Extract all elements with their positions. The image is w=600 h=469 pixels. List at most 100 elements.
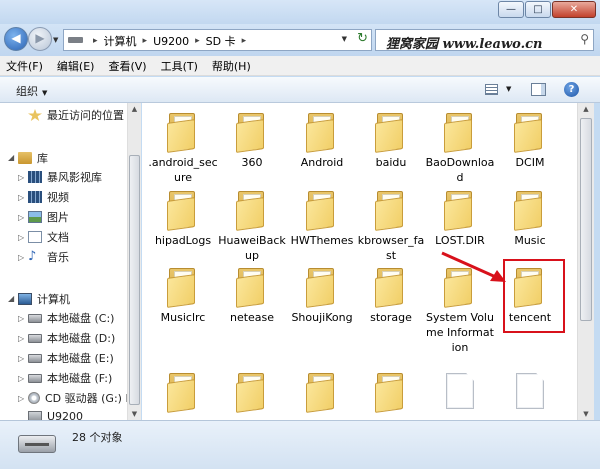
file-item[interactable]: storage (356, 266, 426, 325)
scrollbar-thumb[interactable] (129, 155, 140, 405)
nav-drive-e[interactable]: 本地磁盘 (E:) (28, 350, 114, 366)
scroll-down-icon[interactable]: ▼ (578, 410, 594, 418)
file-item[interactable]: Android (287, 111, 357, 170)
content-scrollbar[interactable]: ▲ ▼ (577, 103, 594, 420)
address-history-dropdown-icon[interactable]: ▼ (342, 35, 347, 43)
chevron-right-icon[interactable]: ▸ (143, 36, 148, 46)
maximize-button[interactable]: □ (525, 1, 551, 18)
menu-view[interactable]: 查看(V) (108, 58, 146, 74)
menu-edit[interactable]: 编辑(E) (57, 58, 95, 74)
file-name: kbrowser_fast (357, 234, 425, 262)
folder-icon (374, 266, 408, 308)
nav-library-storm[interactable]: 暴风影视库 (28, 169, 102, 185)
documents-icon (28, 231, 42, 243)
nav-drive-g[interactable]: CD 驱动器 (G:) H (28, 390, 134, 406)
folder-icon (235, 371, 269, 413)
folder-icon (374, 371, 408, 413)
file-name: hipadLogs (154, 234, 212, 247)
recent-pages-dropdown-icon[interactable]: ▼ (53, 36, 58, 44)
expand-arrow-icon[interactable]: ▷ (18, 253, 24, 262)
scroll-down-icon[interactable]: ▼ (128, 410, 141, 418)
expand-arrow-icon[interactable]: ▷ (18, 314, 24, 323)
file-item[interactable]: kbrowser_fast (356, 189, 426, 263)
chevron-right-icon[interactable]: ▸ (195, 36, 200, 46)
nav-library-documents[interactable]: 文档 (28, 229, 69, 245)
file-item[interactable]: .android_secure (148, 111, 218, 185)
scroll-up-icon[interactable]: ▲ (578, 105, 594, 113)
expand-arrow-icon[interactable]: ▷ (18, 374, 24, 383)
menu-file[interactable]: 文件(F) (6, 58, 43, 74)
search-box[interactable]: 狸窝家园 www.leawo.cn ⚲ (375, 29, 594, 52)
minimize-button[interactable]: — (498, 1, 524, 18)
address-bar[interactable]: ▸ 计算机 ▸ U9200 ▸ SD 卡 ▸ ▼ ↻ (63, 29, 372, 51)
file-item[interactable]: ShoujiKong (287, 266, 357, 325)
view-dropdown-icon[interactable]: ▼ (506, 85, 511, 93)
preview-pane-icon[interactable] (531, 83, 546, 96)
file-item[interactable]: BaoDownload (425, 111, 495, 185)
expand-arrow-icon[interactable]: ▷ (18, 394, 24, 403)
file-item[interactable] (287, 371, 357, 415)
file-item[interactable]: Musiclrc (148, 266, 218, 325)
nav-computer[interactable]: 计算机 (18, 291, 70, 307)
chevron-right-icon[interactable]: ▸ (93, 36, 98, 46)
file-item[interactable]: HuaweiBackup (217, 189, 287, 263)
expand-arrow-icon[interactable]: ◢ (8, 153, 14, 162)
portable-device-icon (28, 410, 42, 420)
breadcrumb-sd-card[interactable]: SD 卡 (206, 33, 236, 49)
help-icon[interactable]: ? (564, 82, 579, 97)
view-options-icon[interactable] (485, 84, 498, 95)
expand-arrow-icon[interactable]: ▷ (18, 334, 24, 343)
breadcrumb-computer[interactable]: 计算机 (104, 33, 137, 49)
expand-arrow-icon[interactable]: ▷ (18, 233, 24, 242)
expand-arrow-icon[interactable]: ▷ (18, 173, 24, 182)
nav-label: 本地磁盘 (D:) (47, 332, 116, 345)
menu-help[interactable]: 帮助(H) (212, 58, 251, 74)
scrollbar-thumb[interactable] (580, 118, 592, 321)
folder-icon (235, 111, 269, 153)
file-item[interactable] (425, 371, 495, 413)
breadcrumb-u9200[interactable]: U9200 (153, 35, 189, 48)
file-item[interactable] (148, 371, 218, 415)
back-button[interactable]: ◀ (4, 27, 28, 51)
folder-icon (305, 189, 339, 231)
forward-button[interactable]: ▶ (28, 27, 52, 51)
file-item[interactable] (217, 371, 287, 415)
file-item[interactable]: netease (217, 266, 287, 325)
menu-tools[interactable]: 工具(T) (161, 58, 198, 74)
file-item[interactable]: baidu (356, 111, 426, 170)
file-item[interactable]: HWThemes (287, 189, 357, 248)
nav-device-u9200[interactable]: U9200 (28, 410, 83, 420)
nav-libraries[interactable]: 库 (18, 150, 48, 166)
scroll-up-icon[interactable]: ▲ (128, 105, 141, 113)
file-item[interactable] (495, 371, 565, 413)
nav-drive-d[interactable]: 本地磁盘 (D:) (28, 330, 115, 346)
folder-icon (374, 111, 408, 153)
file-name: HuaweiBackup (218, 234, 286, 262)
expand-arrow-icon[interactable]: ◢ (8, 294, 14, 303)
expand-arrow-icon[interactable]: ▷ (18, 193, 24, 202)
chevron-right-icon[interactable]: ▸ (242, 36, 247, 46)
expand-arrow-icon[interactable]: ▷ (18, 213, 24, 222)
file-item[interactable]: Music (495, 189, 565, 248)
file-item[interactable] (356, 371, 426, 415)
nav-drive-c[interactable]: 本地磁盘 (C:) (28, 310, 114, 326)
folder-icon (166, 189, 200, 231)
file-item[interactable]: LOST.DIR (425, 189, 495, 248)
refresh-icon[interactable]: ↻ (357, 31, 368, 46)
nav-library-music[interactable]: ♪ 音乐 (28, 249, 69, 265)
navigation-scrollbar[interactable]: ▲ ▼ (127, 103, 141, 420)
search-icon[interactable]: ⚲ (580, 32, 589, 46)
expand-arrow-icon[interactable]: ▷ (18, 354, 24, 363)
organize-button[interactable]: 组织 ▼ (16, 83, 47, 99)
file-item[interactable]: hipadLogs (148, 189, 218, 248)
folder-icon (235, 189, 269, 231)
forward-arrow-icon: ▶ (35, 31, 45, 45)
file-item[interactable]: 360 (217, 111, 287, 170)
nav-drive-f[interactable]: 本地磁盘 (F:) (28, 370, 112, 386)
file-item[interactable]: DCIM (495, 111, 565, 170)
nav-library-pictures[interactable]: 图片 (28, 209, 69, 225)
nav-recent-places[interactable]: 最近访问的位置 (28, 107, 124, 123)
close-button[interactable]: ✕ (552, 1, 596, 18)
nav-library-videos[interactable]: 视频 (28, 189, 69, 205)
minimize-icon: — (506, 4, 516, 15)
